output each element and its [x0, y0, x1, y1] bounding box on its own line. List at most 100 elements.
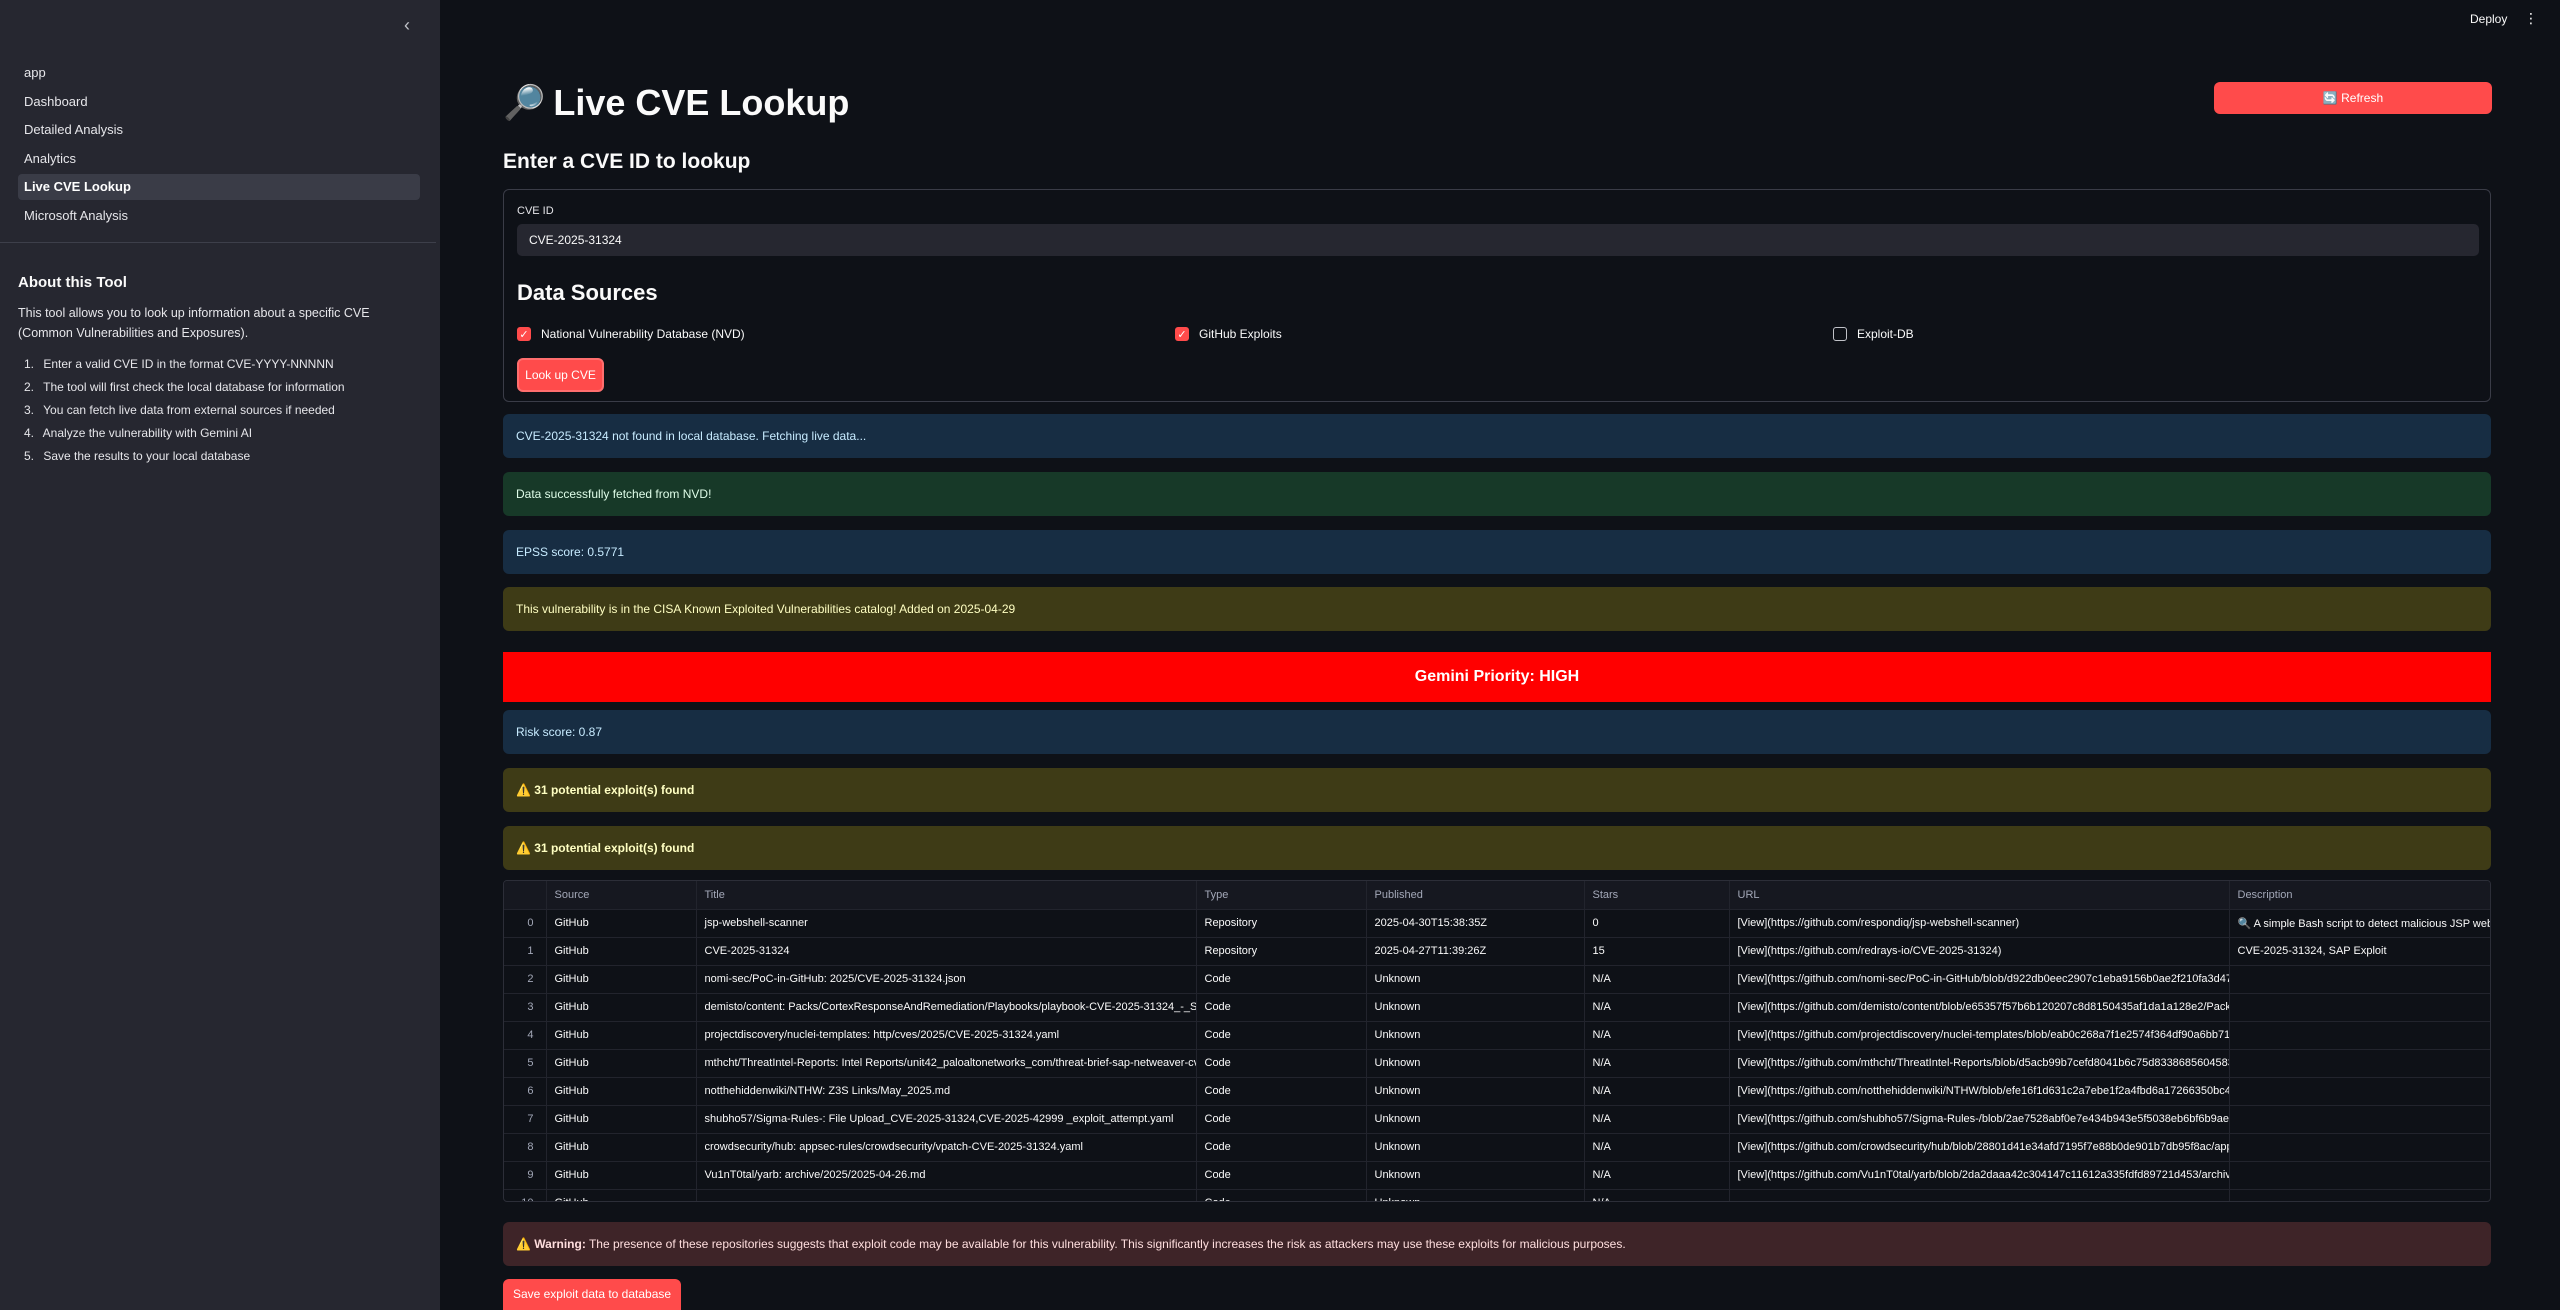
- column-header[interactable]: URL: [1729, 881, 2230, 910]
- deploy-button[interactable]: Deploy: [2470, 12, 2507, 26]
- table-cell[interactable]: Code: [1196, 1021, 1367, 1050]
- table-cell[interactable]: 9: [504, 1161, 547, 1190]
- checkbox-checked-icon[interactable]: ✓: [1175, 327, 1189, 341]
- table-row[interactable]: 1 GitHub CVE-2025-31324 Repository 2025-04-2…: [504, 937, 2490, 966]
- table-cell[interactable]: [View](https://github.com/mthcht/ThreatI…: [1729, 1049, 2230, 1078]
- table-cell[interactable]: GitHub: [546, 965, 697, 994]
- table-cell[interactable]: GitHub: [546, 1021, 697, 1050]
- table-cell[interactable]: [2229, 1105, 2490, 1134]
- column-header[interactable]: Description: [2229, 881, 2490, 910]
- table-cell[interactable]: GitHub: [546, 1077, 697, 1106]
- table-cell[interactable]: demisto/content: Packs/CortexResponseAnd…: [696, 993, 1197, 1022]
- table-cell[interactable]: N/A: [1584, 1105, 1730, 1134]
- table-cell[interactable]: [View](https://github.com/demisto/conten…: [1729, 993, 2230, 1022]
- table-cell[interactable]: 2: [504, 965, 547, 994]
- table-cell[interactable]: mthcht/ThreatIntel-Reports: Intel Report…: [696, 1049, 1197, 1078]
- table-cell[interactable]: Unknown: [1366, 965, 1585, 994]
- table-cell[interactable]: 7: [504, 1105, 547, 1134]
- table-row[interactable]: 8 GitHub crowdsecurity/hub: appsec-rules/c…: [504, 1133, 2490, 1162]
- table-cell[interactable]: 0: [1584, 909, 1730, 938]
- table-cell[interactable]: 🔍 A simple Bash script to detect malicio…: [2229, 909, 2490, 938]
- main-menu-icon[interactable]: ⋮: [2524, 10, 2538, 27]
- table-cell[interactable]: 3: [504, 993, 547, 1022]
- column-header[interactable]: Title: [696, 881, 1197, 910]
- table-cell[interactable]: nomi-sec/PoC-in-GitHub: 2025/CVE-2025-31…: [696, 965, 1197, 994]
- table-cell[interactable]: N/A: [1584, 1133, 1730, 1162]
- checkbox-nvd[interactable]: ✓ National Vulnerability Database (NVD): [517, 327, 745, 341]
- table-cell[interactable]: Code: [1196, 993, 1367, 1022]
- table-cell[interactable]: [View](https://github.com/shubho57/Sigma…: [1729, 1105, 2230, 1134]
- collapse-sidebar-icon[interactable]: ‹: [396, 14, 418, 36]
- table-row[interactable]: 5 GitHub mthcht/ThreatIntel-Reports: Intel…: [504, 1049, 2490, 1078]
- table-cell[interactable]: jsp-webshell-scanner: [696, 909, 1197, 938]
- table-cell[interactable]: 15: [1584, 937, 1730, 966]
- table-cell[interactable]: [2229, 1189, 2490, 1201]
- table-row[interactable]: 6 GitHub notthehiddenwiki/NTHW: Z3S Links/…: [504, 1077, 2490, 1106]
- table-cell[interactable]: N/A: [1584, 1161, 1730, 1190]
- table-cell[interactable]: Unknown: [1366, 1021, 1585, 1050]
- table-cell[interactable]: Code: [1196, 1189, 1367, 1201]
- table-cell[interactable]: N/A: [1584, 1021, 1730, 1050]
- sidebar-item-dashboard[interactable]: Dashboard: [18, 89, 420, 115]
- checkbox-github[interactable]: ✓ GitHub Exploits: [1175, 327, 1282, 341]
- table-cell[interactable]: Unknown: [1366, 1161, 1585, 1190]
- checkbox-exploit-db[interactable]: Exploit-DB: [1833, 327, 1914, 341]
- column-header[interactable]: Type: [1196, 881, 1367, 910]
- table-cell[interactable]: Vu1nT0tal/yarb: archive/2025/2025-04-26.…: [696, 1161, 1197, 1190]
- table-cell[interactable]: 10: [504, 1189, 547, 1201]
- column-header[interactable]: Published: [1366, 881, 1585, 910]
- table-cell[interactable]: [2229, 965, 2490, 994]
- table-cell[interactable]: GitHub: [546, 909, 697, 938]
- table-cell[interactable]: Unknown: [1366, 1105, 1585, 1134]
- refresh-button[interactable]: 🔄 Refresh: [2214, 82, 2492, 114]
- table-cell[interactable]: [2229, 1077, 2490, 1106]
- table-cell[interactable]: crowdsecurity/hub: appsec-rules/crowdsec…: [696, 1133, 1197, 1162]
- table-cell[interactable]: Code: [1196, 965, 1367, 994]
- table-cell[interactable]: Unknown: [1366, 1133, 1585, 1162]
- table-cell[interactable]: [View](https://github.com/redrays-io/CVE…: [1729, 937, 2230, 966]
- table-cell[interactable]: N/A: [1584, 965, 1730, 994]
- sidebar-item-live-cve-lookup[interactable]: Live CVE Lookup: [18, 174, 420, 201]
- column-header[interactable]: Stars: [1584, 881, 1730, 910]
- table-row[interactable]: 3 GitHub demisto/content: Packs/CortexResp…: [504, 993, 2490, 1022]
- table-row[interactable]: 0 GitHub jsp-webshell-scanner Repository 202…: [504, 909, 2490, 938]
- column-header[interactable]: [504, 881, 547, 910]
- table-cell[interactable]: GitHub: [546, 1049, 697, 1078]
- table-row[interactable]: 10GitHub CodeUnknownN/A: [504, 1189, 2490, 1201]
- table-cell[interactable]: GitHub: [546, 937, 697, 966]
- table-cell[interactable]: [2229, 993, 2490, 1022]
- sidebar-item-microsoft-analysis[interactable]: Microsoft Analysis: [18, 203, 420, 229]
- table-cell[interactable]: [2229, 1021, 2490, 1050]
- table-cell[interactable]: Code: [1196, 1161, 1367, 1190]
- table-cell[interactable]: 8: [504, 1133, 547, 1162]
- lookup-cve-button[interactable]: Look up CVE: [517, 358, 604, 392]
- table-cell[interactable]: CVE-2025-31324, SAP Exploit: [2229, 937, 2490, 966]
- table-cell[interactable]: N/A: [1584, 1077, 1730, 1106]
- table-cell[interactable]: GitHub: [546, 993, 697, 1022]
- table-cell[interactable]: Code: [1196, 1049, 1367, 1078]
- table-cell[interactable]: Unknown: [1366, 1077, 1585, 1106]
- table-row[interactable]: 4 GitHub projectdiscovery/nuclei-templates…: [504, 1021, 2490, 1050]
- table-cell[interactable]: GitHub: [546, 1105, 697, 1134]
- table-cell[interactable]: [696, 1189, 1197, 1201]
- table-cell[interactable]: [View](https://github.com/projectdiscove…: [1729, 1021, 2230, 1050]
- table-cell[interactable]: shubho57/Sigma-Rules-: File Upload_CVE-2…: [696, 1105, 1197, 1134]
- sidebar-item-analytics[interactable]: Analytics: [18, 146, 420, 172]
- table-cell[interactable]: 0: [504, 909, 547, 938]
- table-cell[interactable]: [View](https://github.com/respondiq/jsp-…: [1729, 909, 2230, 938]
- table-cell[interactable]: 2025-04-27T11:39:26Z: [1366, 937, 1585, 966]
- column-header[interactable]: Source: [546, 881, 697, 910]
- sidebar-item-detailed-analysis[interactable]: Detailed Analysis: [18, 117, 420, 143]
- table-cell[interactable]: [1729, 1189, 2230, 1201]
- table-cell[interactable]: CVE-2025-31324: [696, 937, 1197, 966]
- table-cell[interactable]: [View](https://github.com/notthehiddenwi…: [1729, 1077, 2230, 1106]
- table-cell[interactable]: notthehiddenwiki/NTHW: Z3S Links/May_202…: [696, 1077, 1197, 1106]
- table-cell[interactable]: [View](https://github.com/crowdsecurity/…: [1729, 1133, 2230, 1162]
- table-cell[interactable]: Code: [1196, 1077, 1367, 1106]
- table-cell[interactable]: GitHub: [546, 1133, 697, 1162]
- cve-id-input[interactable]: [517, 224, 2479, 256]
- table-cell[interactable]: Unknown: [1366, 993, 1585, 1022]
- table-cell[interactable]: [2229, 1049, 2490, 1078]
- table-cell[interactable]: [2229, 1133, 2490, 1162]
- table-row[interactable]: 2 GitHub nomi-sec/PoC-in-GitHub: 2025/CVE-…: [504, 965, 2490, 994]
